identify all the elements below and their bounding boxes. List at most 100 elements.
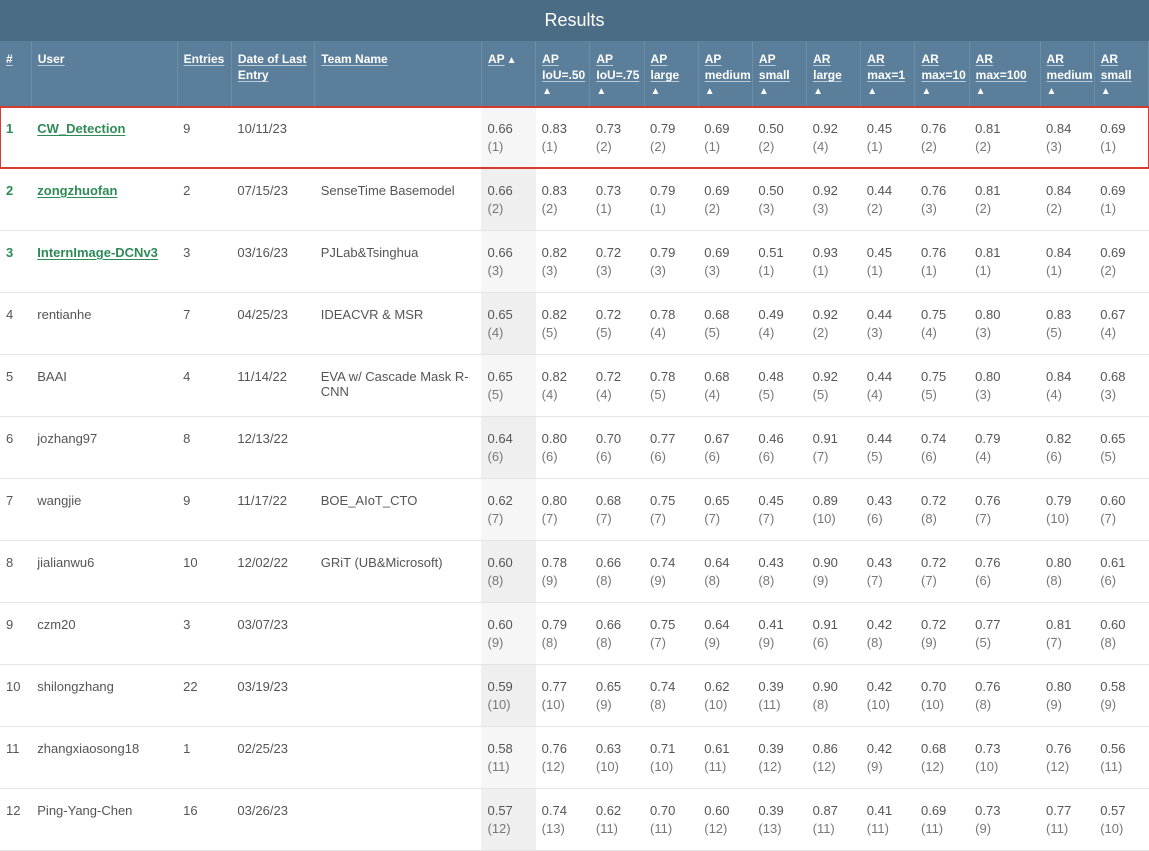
table-row: 11zhangxiaosong18102/25/230.58(11)0.76(1…: [0, 726, 1149, 788]
user-cell[interactable]: zhangxiaosong18: [31, 726, 177, 788]
table-row: 10shilongzhang2203/19/230.59(10)0.77(10)…: [0, 664, 1149, 726]
metric-value: 0.77: [975, 617, 1034, 632]
metric-value: 0.78: [542, 555, 584, 570]
metric-cell: 0.70(6): [590, 416, 644, 478]
user-cell[interactable]: zongzhuofan: [31, 168, 177, 230]
metric-rank: (11): [867, 821, 909, 836]
metric-value: 0.72: [596, 369, 638, 384]
metric-rank: (6): [704, 449, 746, 464]
metric-rank: (10): [704, 697, 746, 712]
metric-cell: 0.80(8): [1040, 540, 1094, 602]
metric-cell: 0.64(6): [481, 416, 535, 478]
metric-rank: (1): [813, 263, 855, 278]
metric-cell: 0.86(12): [807, 726, 861, 788]
metric-value: 0.42: [867, 741, 909, 756]
metric-value: 0.60: [704, 803, 746, 818]
metric-rank: (6): [650, 449, 692, 464]
col-header[interactable]: AR max=100▲: [969, 41, 1040, 107]
metric-cell: 0.77(6): [644, 416, 698, 478]
user-cell[interactable]: jialianwu6: [31, 540, 177, 602]
metric-cell: 0.69(3): [698, 230, 752, 292]
col-header[interactable]: AP IoU=.50▲: [536, 41, 590, 107]
metric-rank: (7): [921, 573, 963, 588]
metric-value: 0.67: [1100, 307, 1142, 322]
metric-cell: 0.72(7): [915, 540, 969, 602]
user-cell[interactable]: CW_Detection: [31, 107, 177, 169]
metric-rank: (6): [1100, 573, 1142, 588]
user-cell[interactable]: rentianhe: [31, 292, 177, 354]
user-cell[interactable]: BAAI: [31, 354, 177, 416]
metric-value: 0.56: [1100, 741, 1142, 756]
date-cell: 04/25/23: [231, 292, 314, 354]
col-header[interactable]: AR max=1▲: [861, 41, 915, 107]
team-cell: IDEACVR & MSR: [315, 292, 482, 354]
metric-cell: 0.70(11): [644, 788, 698, 850]
metric-cell: 0.83(1): [536, 107, 590, 169]
metric-cell: 0.65(5): [481, 354, 535, 416]
col-header[interactable]: AP medium▲: [698, 41, 752, 107]
user-cell[interactable]: wangjie: [31, 478, 177, 540]
metric-value: 0.39: [758, 803, 800, 818]
col-header[interactable]: AP▲: [481, 41, 535, 107]
metric-rank: (7): [758, 511, 800, 526]
team-cell: SenseTime Basemodel: [315, 168, 482, 230]
col-header-label: Entries: [184, 51, 225, 67]
table-row: 4rentianhe704/25/23IDEACVR & MSR0.65(4)0…: [0, 292, 1149, 354]
metric-rank: (12): [1046, 759, 1088, 774]
col-header[interactable]: AP IoU=.75▲: [590, 41, 644, 107]
metric-rank: (11): [596, 821, 638, 836]
metric-value: 0.65: [1100, 431, 1142, 446]
metric-rank: (6): [867, 511, 909, 526]
metric-cell: 0.65(4): [481, 292, 535, 354]
user-cell[interactable]: shilongzhang: [31, 664, 177, 726]
user-cell[interactable]: Ping-Yang-Chen: [31, 788, 177, 850]
metric-value: 0.82: [542, 245, 584, 260]
metric-rank: (2): [487, 201, 529, 216]
metric-cell: 0.68(4): [698, 354, 752, 416]
metric-cell: 0.84(3): [1040, 107, 1094, 169]
metric-cell: 0.74(9): [644, 540, 698, 602]
metric-value: 0.69: [1100, 245, 1142, 260]
col-header[interactable]: AR small▲: [1094, 41, 1148, 107]
user-cell[interactable]: jozhang97: [31, 416, 177, 478]
metric-cell: 0.43(8): [752, 540, 806, 602]
metric-cell: 0.76(7): [969, 478, 1040, 540]
user-cell[interactable]: czm20: [31, 602, 177, 664]
table-body: 1CW_Detection910/11/230.66(1)0.83(1)0.73…: [0, 107, 1149, 851]
metric-cell: 0.73(2): [590, 107, 644, 169]
metric-value: 0.80: [1046, 555, 1088, 570]
metric-cell: 0.41(9): [752, 602, 806, 664]
metric-cell: 0.73(1): [590, 168, 644, 230]
team-cell: [315, 788, 482, 850]
metric-value: 0.70: [921, 679, 963, 694]
team-cell: [315, 107, 482, 169]
col-header[interactable]: AR medium▲: [1040, 41, 1094, 107]
metric-rank: (9): [1046, 697, 1088, 712]
metric-rank: (2): [650, 139, 692, 154]
metric-rank: (5): [1046, 325, 1088, 340]
metric-cell: 0.82(4): [536, 354, 590, 416]
metric-rank: (4): [1100, 325, 1142, 340]
metric-value: 0.79: [650, 121, 692, 136]
user-cell[interactable]: InternImage-DCNv3: [31, 230, 177, 292]
metric-value: 0.61: [704, 741, 746, 756]
metric-value: 0.64: [704, 555, 746, 570]
metric-rank: (4): [650, 325, 692, 340]
metric-value: 0.69: [921, 803, 963, 818]
col-header[interactable]: AR large▲: [807, 41, 861, 107]
col-header-label: AP IoU=.75: [596, 51, 639, 83]
metric-value: 0.45: [758, 493, 800, 508]
metric-cell: 0.82(6): [1040, 416, 1094, 478]
metric-value: 0.73: [975, 803, 1034, 818]
metric-rank: (4): [813, 139, 855, 154]
col-header[interactable]: AP small▲: [752, 41, 806, 107]
col-header[interactable]: AR max=10▲: [915, 41, 969, 107]
table-row: 3InternImage-DCNv3303/16/23PJLab&Tsinghu…: [0, 230, 1149, 292]
metric-rank: (1): [704, 139, 746, 154]
col-header[interactable]: AP large▲: [644, 41, 698, 107]
metric-rank: (10): [650, 759, 692, 774]
date-cell: 03/19/23: [231, 664, 314, 726]
metric-cell: 0.66(1): [481, 107, 535, 169]
metric-cell: 0.69(11): [915, 788, 969, 850]
metric-value: 0.67: [704, 431, 746, 446]
